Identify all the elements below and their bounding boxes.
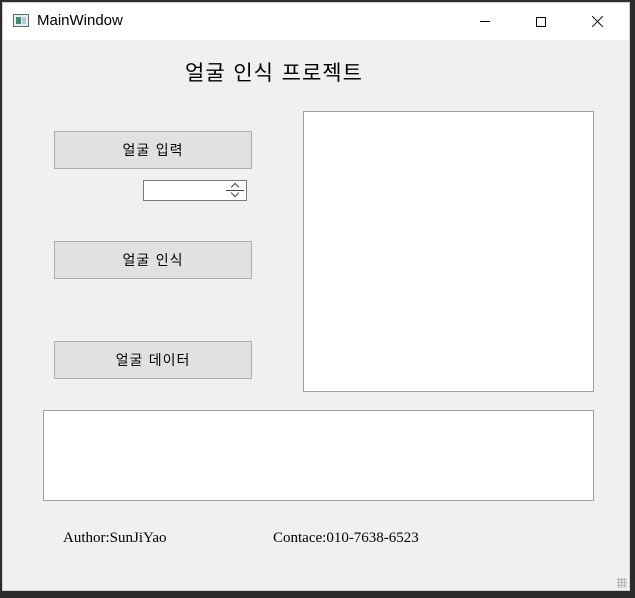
face-input-button[interactable]: 얼굴 입력 bbox=[54, 131, 252, 169]
contact-label: Contace:010-7638-6523 bbox=[273, 530, 419, 546]
face-data-button[interactable]: 얼굴 데이터 bbox=[54, 341, 252, 379]
author-label: Author:SunJiYao bbox=[63, 530, 167, 546]
resize-grip[interactable] bbox=[617, 578, 627, 588]
face-id-spinbox[interactable] bbox=[143, 180, 247, 201]
title-bar[interactable]: MainWindow bbox=[3, 3, 629, 40]
minimize-icon bbox=[480, 21, 490, 22]
minimize-button[interactable] bbox=[462, 3, 508, 40]
output-text-area[interactable] bbox=[43, 410, 594, 501]
close-icon bbox=[591, 15, 604, 28]
camera-view bbox=[303, 111, 594, 392]
maximize-button[interactable] bbox=[518, 3, 564, 40]
main-window: MainWindow 얼굴 인식 프로젝트 얼굴 입력 얼굴 인식 얼굴 데이터… bbox=[2, 2, 630, 591]
chevron-down-icon bbox=[230, 188, 240, 198]
page-title: 얼굴 인식 프로젝트 bbox=[185, 61, 363, 85]
app-icon bbox=[13, 14, 29, 27]
window-title: MainWindow bbox=[37, 12, 123, 29]
face-recognition-button[interactable]: 얼굴 인식 bbox=[54, 241, 252, 279]
spin-down-button[interactable] bbox=[227, 188, 243, 199]
close-button[interactable] bbox=[574, 3, 620, 40]
maximize-icon bbox=[536, 16, 546, 27]
